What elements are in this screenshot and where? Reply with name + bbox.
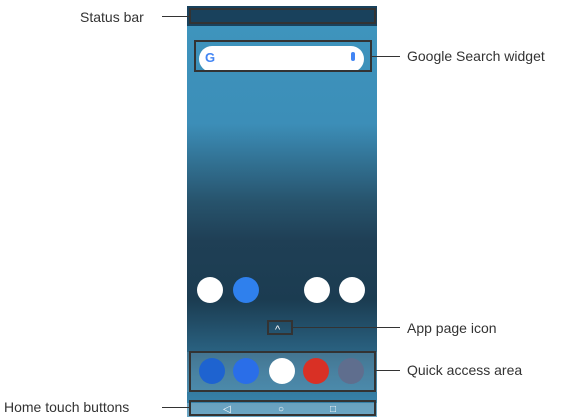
duo-icon[interactable] [233,277,259,303]
google-search-widget-highlight [194,40,372,72]
play-store-icon[interactable] [339,277,365,303]
app-page-icon-highlight [267,320,293,335]
google-search-widget-callout-line [372,56,400,57]
app-page-icon-label: App page icon [407,320,497,336]
status-bar-highlight [189,8,376,24]
home-touch-buttons-highlight [189,400,376,416]
google-folder-icon[interactable] [197,277,223,303]
home-touch-buttons-label: Home touch buttons [4,399,130,415]
google-search-widget-label: Google Search widget [407,48,545,64]
photos-icon[interactable] [304,277,330,303]
status-bar-callout-line [162,16,189,17]
quick-access-area-highlight [189,351,376,392]
status-bar-label: Status bar [80,9,144,25]
app-page-icon-callout-line [293,327,400,328]
home-touch-buttons-callout-line [162,407,189,408]
quick-access-area-callout-line [376,370,400,371]
quick-access-area-label: Quick access area [407,362,523,378]
